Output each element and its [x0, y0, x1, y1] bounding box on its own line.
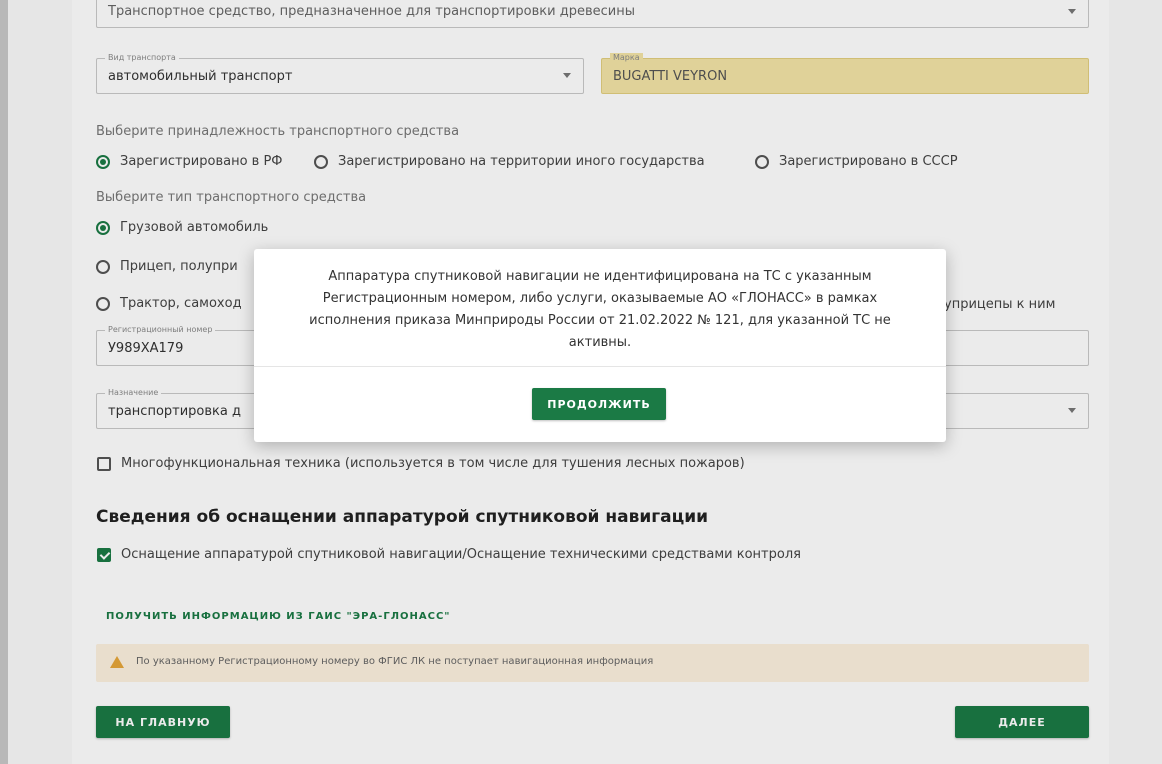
navigation-error-dialog: Аппаратура спутниковой навигации не иден…	[254, 249, 946, 442]
continue-button[interactable]: ПРОДОЛЖИТЬ	[532, 388, 666, 420]
dialog-divider	[254, 366, 946, 367]
dialog-message: Аппаратура спутниковой навигации не иден…	[309, 269, 891, 350]
